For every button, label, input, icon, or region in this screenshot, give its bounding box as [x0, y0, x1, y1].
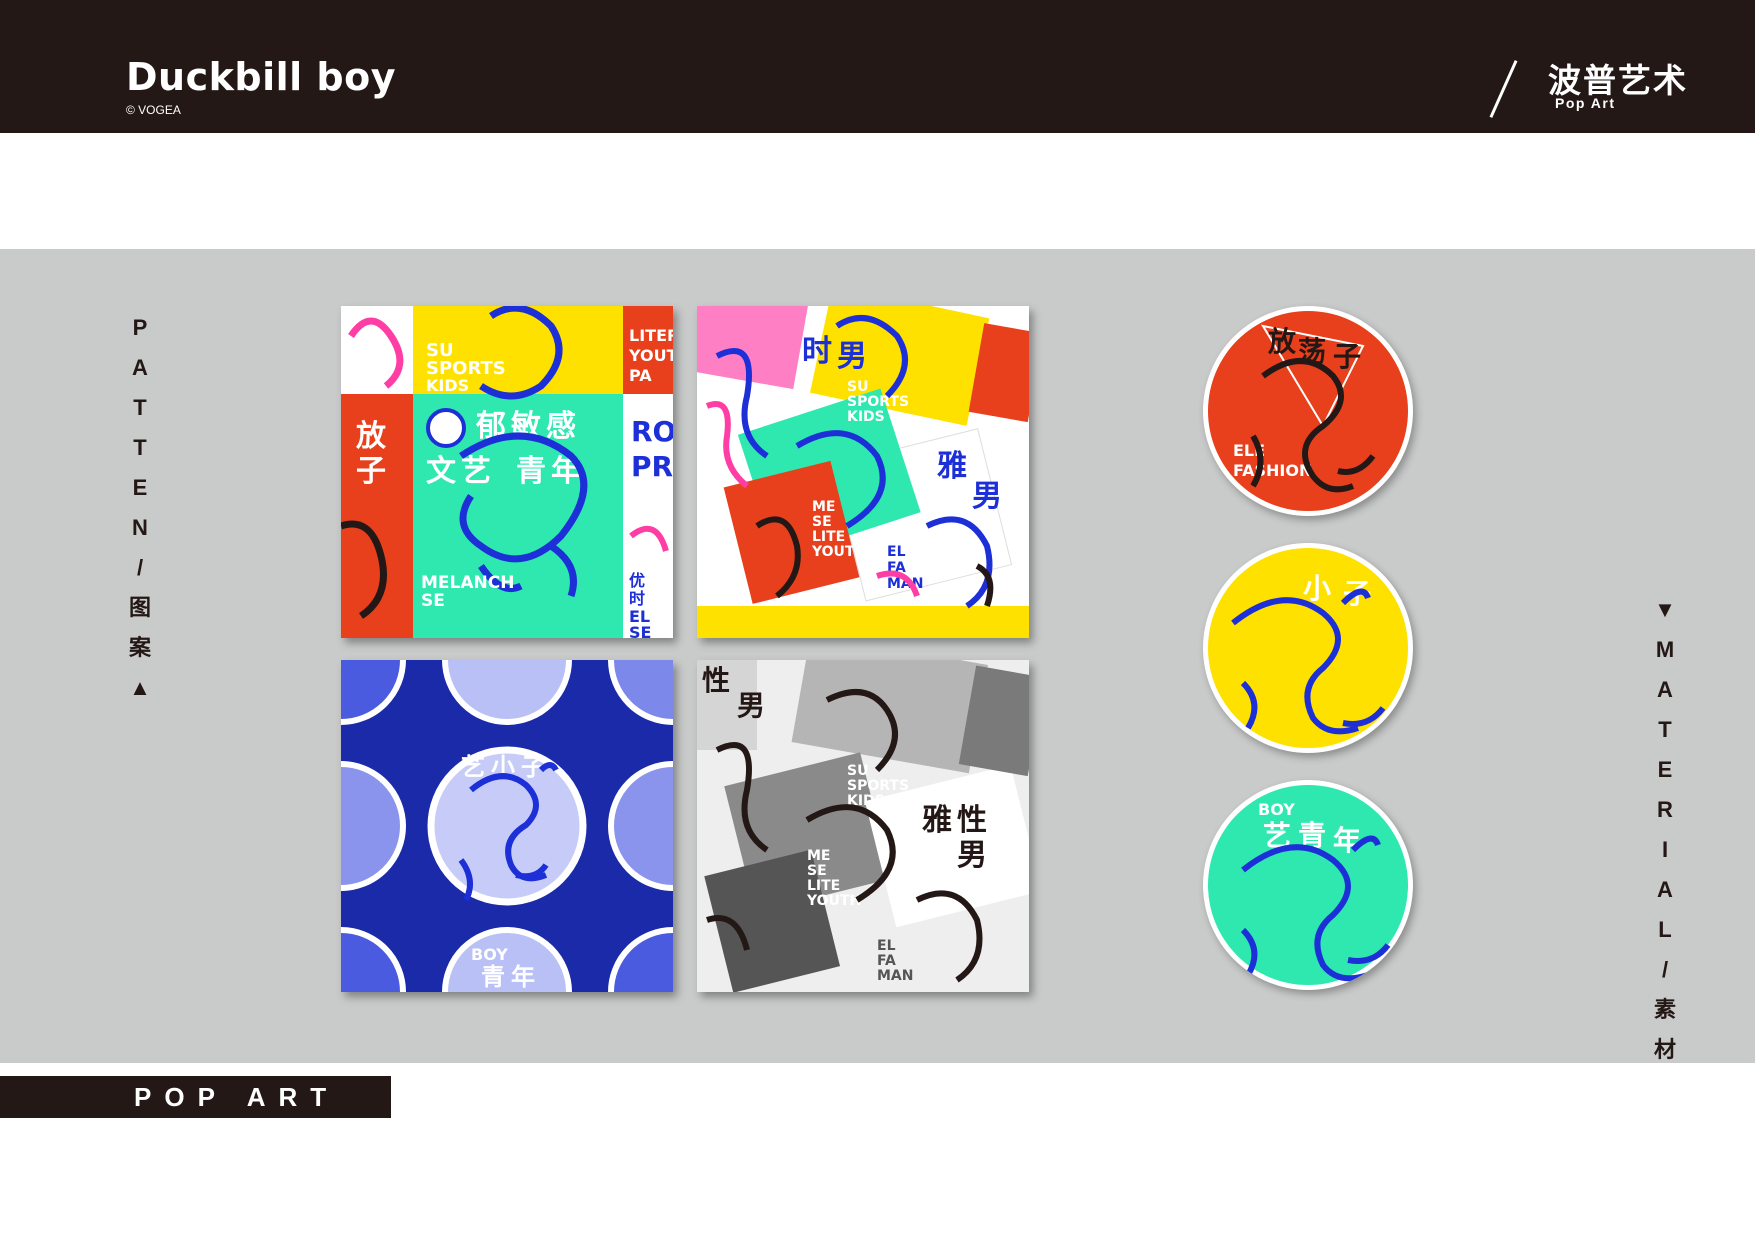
label-char: E	[1657, 757, 1673, 782]
badge-text: 子	[1333, 340, 1361, 373]
pattern-text: MELANCH	[421, 573, 514, 593]
pattern-text: 青	[481, 963, 505, 991]
pattern-text: 子	[356, 454, 386, 489]
pattern-text: MAN	[877, 968, 913, 984]
pattern-text: 时	[802, 334, 832, 369]
pattern-text: 感	[546, 409, 576, 444]
pattern-text: 文	[426, 454, 456, 489]
pattern-text: KIDS	[847, 409, 885, 425]
pattern-text: PA	[629, 366, 652, 385]
label-char: ▼	[1654, 597, 1676, 622]
material-badge-red: 放 荡 子 ELE FASHION	[1203, 306, 1413, 516]
pattern-text: SE	[812, 514, 832, 530]
label-char: T	[133, 395, 147, 420]
label-char: A	[1657, 877, 1673, 902]
pattern-text: SE	[421, 591, 445, 611]
pattern-text: SE	[807, 863, 827, 879]
label-char: T	[1658, 717, 1672, 742]
pattern-text: 雅	[937, 449, 967, 484]
pattern-text: 时	[629, 589, 645, 608]
pattern-text: 放	[355, 419, 387, 454]
label-char: 案	[128, 635, 151, 660]
pattern-vertical-label: P A T T E N / 图 案 ▲	[120, 308, 160, 708]
pattern-text: 雅	[922, 803, 952, 838]
pattern-text: 年	[511, 963, 535, 991]
label-char: R	[1657, 797, 1673, 822]
brand-copyright: © VOGEA	[126, 103, 181, 117]
pattern-text: EL	[877, 938, 896, 954]
pattern-text: BOY	[471, 945, 508, 964]
title-divider-slash	[1489, 60, 1518, 118]
pattern-text: PR	[631, 450, 673, 483]
badge-text: 放	[1267, 325, 1297, 358]
material-badge-mint: 艺 青 年 BOY	[1203, 780, 1413, 990]
label-char: P	[132, 315, 148, 340]
section-title-en: Pop Art	[1555, 95, 1616, 111]
pattern-text: ME	[807, 848, 831, 864]
pattern-text: SU	[847, 763, 868, 779]
pattern-text: ME	[812, 499, 836, 515]
pattern-text: SPORTS	[847, 778, 909, 794]
label-char: 材	[1653, 1037, 1676, 1062]
label-char: A	[1657, 677, 1673, 702]
pattern-tile-gray-scatter: 性 男 SU SPORTS KIDS 雅 性 男 ME SE LITE YOUT…	[697, 660, 1029, 992]
pattern-text: SPORTS	[847, 394, 909, 410]
label-char: L	[1658, 917, 1672, 942]
badge-text: 小	[1303, 572, 1331, 605]
label-char: I	[1661, 837, 1669, 862]
pattern-text: KIDS	[426, 376, 469, 395]
pattern-text: LITE	[812, 529, 845, 545]
label-char: N	[132, 515, 148, 540]
label-char: /	[136, 555, 144, 580]
pattern-text: 艺	[461, 454, 491, 489]
pattern-text: SU	[847, 379, 868, 395]
brand-logo: Duckbill boy	[126, 55, 396, 99]
pattern-text: 性	[957, 803, 987, 838]
header-bar: Duckbill boy © VOGEA 波普艺术 Pop Art	[0, 0, 1755, 133]
label-char: 图	[128, 595, 151, 620]
material-vertical-label: ▼ M A T E R I A L / 素 材	[1645, 590, 1685, 1070]
pattern-text: 男	[837, 339, 867, 374]
pattern-text: EL	[887, 544, 906, 560]
pattern-text: LITERARY	[629, 326, 673, 345]
pattern-tile-colorful-scatter: 时 男 SU SPORTS KIDS ME SE LITE YOUTH 雅 男 …	[697, 306, 1029, 638]
pattern-text: 男	[957, 838, 987, 873]
label-char: ▲	[129, 675, 151, 700]
label-char: T	[133, 435, 147, 460]
pattern-tile-colorful-grid: SU SPORTS KIDS LITERARY YOUTH PA 放 子 郁 敏…	[341, 306, 673, 638]
pattern-text: FA	[877, 953, 896, 969]
material-badge-yellow: 小 子	[1203, 543, 1413, 753]
pattern-text: ROC	[631, 415, 673, 448]
badge-text: 年	[1333, 824, 1361, 857]
pattern-text: 性	[702, 664, 730, 697]
pattern-text: 优	[629, 571, 645, 590]
pattern-tile-blue-circles: 艺 小 子 BOY 青 年	[341, 660, 673, 992]
label-char: E	[132, 475, 148, 500]
pattern-text: 青	[516, 454, 546, 489]
pattern-text: YOUTH	[628, 346, 673, 365]
pattern-text: 艺	[461, 753, 485, 781]
pattern-text: YOUTH	[806, 893, 861, 909]
label-char: M	[1655, 637, 1675, 662]
label-char: A	[132, 355, 148, 380]
label-char: 素	[1653, 997, 1676, 1022]
badge-text: FASHION	[1233, 461, 1312, 480]
badge-text: BOY	[1258, 800, 1295, 819]
pattern-text: SE	[629, 623, 651, 638]
footer-pop-art-bar: POP ART	[0, 1076, 391, 1118]
label-char: /	[1661, 957, 1669, 982]
pattern-text: YOUTH	[811, 544, 866, 560]
pattern-text: LITE	[807, 878, 840, 894]
pattern-text: 男	[737, 689, 765, 722]
pattern-text: 男	[972, 479, 1002, 514]
